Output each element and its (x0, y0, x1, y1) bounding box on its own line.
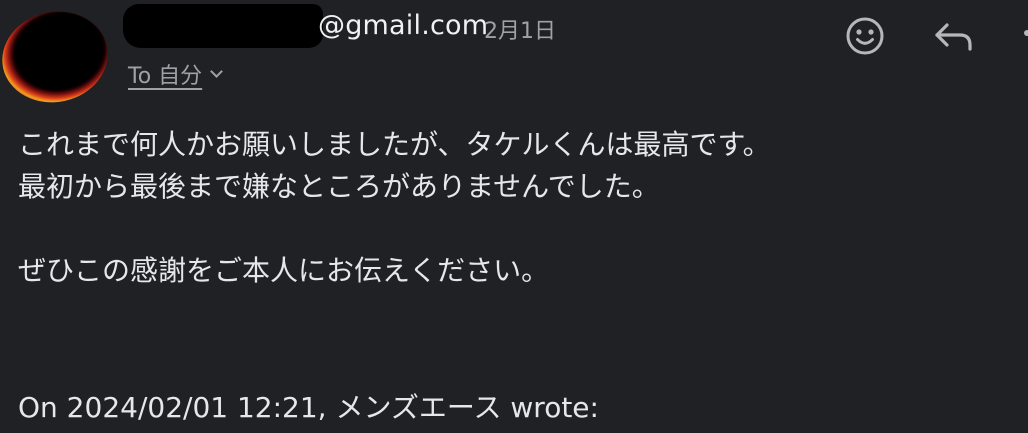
avatar[interactable] (0, 1, 117, 113)
reply-button[interactable] (930, 14, 978, 58)
redacted-sender-name (123, 4, 323, 48)
email-message-view: @gmail.com 2月1日 To 自分 これまで何人かお願いしましたが、タケ… (0, 0, 1028, 433)
quoted-message-header: On 2024/02/01 12:21, メンズエース wrote: (18, 391, 599, 424)
recipient-label: To 自分 (128, 64, 203, 89)
more-vert-icon (1024, 30, 1028, 36)
recipient-toggle[interactable]: To 自分 (128, 58, 224, 90)
reply-arrow-icon (935, 23, 972, 51)
message-blank-line (18, 208, 771, 250)
chevron-down-icon (210, 64, 224, 78)
message-date: 2月1日 (484, 19, 556, 44)
message-line: ぜひこの感謝をご本人にお伝えください。 (18, 254, 550, 287)
message-line: これまで何人かお願いしましたが、タケルくんは最高です。 (18, 128, 771, 161)
more-options-button[interactable] (1016, 14, 1028, 58)
message-body: これまで何人かお願いしましたが、タケルくんは最高です。 最初から最後まで嫌なとこ… (18, 124, 771, 292)
smiley-face-icon (846, 17, 884, 55)
emoji-reaction-button[interactable] (843, 14, 887, 58)
sender-address[interactable]: @gmail.com (318, 10, 488, 41)
message-line: 最初から最後まで嫌なところがありませんでした。 (18, 170, 660, 203)
